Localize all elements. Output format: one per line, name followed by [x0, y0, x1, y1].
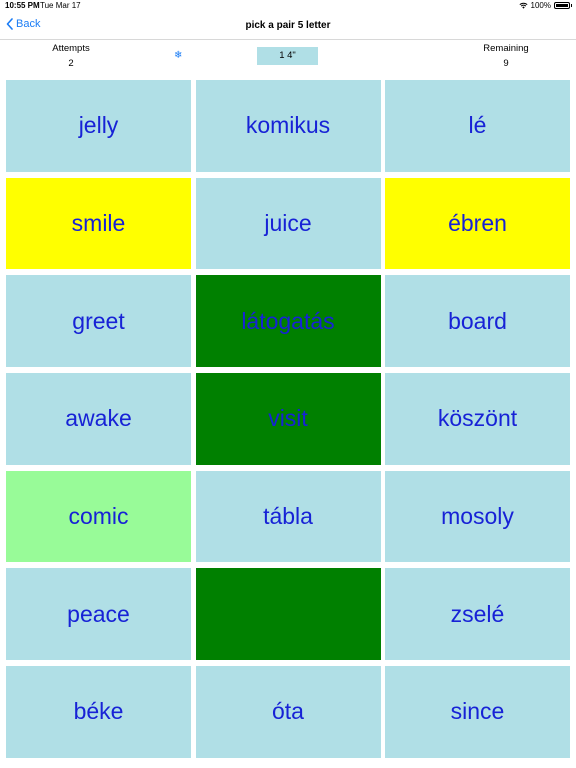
- word-card[interactable]: visit: [195, 373, 381, 465]
- word-card[interactable]: since: [385, 666, 570, 758]
- stats-bar: Attempts 2 ❄ 1 4" Remaining 9: [0, 40, 576, 74]
- word-card[interactable]: peace: [6, 568, 191, 661]
- wifi-icon: [519, 2, 528, 9]
- card-grid: jelly komikus lé smile juice ébren greet látoga…: [6, 80, 570, 760]
- word-card[interactable]: juice: [195, 177, 381, 270]
- battery-percent: 100%: [530, 1, 551, 10]
- word-card[interactable]: látogatás: [195, 275, 381, 368]
- word-card[interactable]: comic: [6, 470, 191, 563]
- timer: 1 4": [257, 47, 318, 65]
- attempts-label: Attempts: [52, 43, 90, 54]
- word-card[interactable]: komikus: [195, 80, 381, 172]
- status-bar: 10:55 PM Tue Mar 17 100%: [0, 0, 576, 12]
- word-card[interactable]: [195, 568, 381, 661]
- word-card[interactable]: awake: [6, 373, 191, 465]
- word-card[interactable]: köszönt: [385, 373, 570, 465]
- status-time: 10:55 PM: [5, 1, 40, 10]
- battery-icon: [554, 2, 572, 9]
- nav-bar: Back pick a pair 5 letter: [0, 12, 576, 40]
- word-card[interactable]: jelly: [6, 80, 191, 172]
- word-card[interactable]: mosoly: [385, 470, 570, 563]
- word-card[interactable]: greet: [6, 275, 191, 368]
- word-card[interactable]: béke: [6, 666, 191, 758]
- word-card[interactable]: board: [385, 275, 570, 368]
- status-date: Tue Mar 17: [40, 1, 81, 10]
- word-card[interactable]: zselé: [385, 568, 570, 661]
- word-card[interactable]: tábla: [195, 470, 381, 563]
- remaining-label: Remaining: [483, 43, 529, 54]
- word-card[interactable]: smile: [6, 177, 191, 270]
- attempts-value: 2: [68, 58, 74, 69]
- word-card[interactable]: óta: [195, 666, 381, 758]
- page-title: pick a pair 5 letter: [245, 20, 331, 31]
- snowflake-icon[interactable]: ❄: [174, 50, 182, 61]
- status-right: 100%: [519, 1, 572, 10]
- word-card[interactable]: lé: [385, 80, 570, 172]
- word-card[interactable]: ébren: [385, 177, 570, 270]
- remaining-value: 9: [503, 58, 509, 69]
